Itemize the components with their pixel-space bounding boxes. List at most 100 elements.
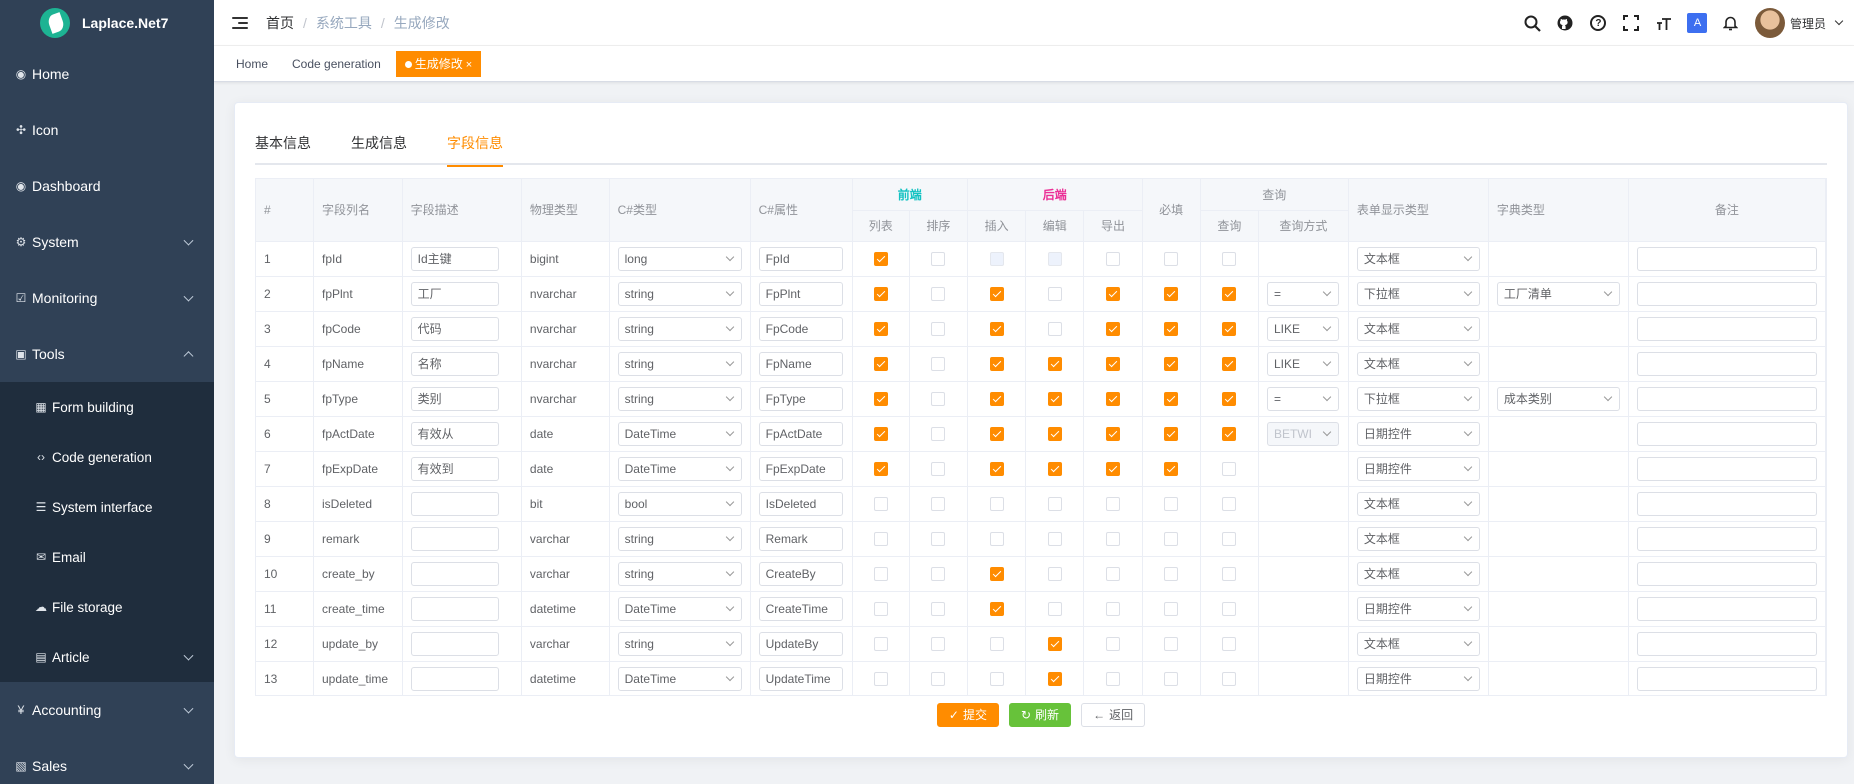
sort-checkbox[interactable] (931, 636, 946, 651)
tag-home[interactable]: Home (227, 51, 277, 77)
html-type-select[interactable]: 文本框 (1356, 491, 1480, 516)
remark-input[interactable] (1636, 561, 1817, 586)
query-checkbox[interactable] (1222, 251, 1237, 266)
html-type-select[interactable]: 日期控件 (1356, 421, 1480, 446)
sort-checkbox[interactable] (931, 601, 946, 616)
export-checkbox[interactable] (1105, 356, 1120, 371)
tab-basic-info[interactable]: 基本信息 (255, 123, 311, 165)
cs-field-input[interactable]: FpPlnt (758, 281, 843, 306)
sidebar-item-tools[interactable]: ▣ Tools (0, 326, 214, 382)
description-input[interactable] (410, 666, 499, 691)
edit-checkbox[interactable] (1047, 251, 1062, 266)
html-type-select[interactable]: 下拉框 (1356, 386, 1480, 411)
sort-checkbox[interactable] (931, 356, 946, 371)
export-checkbox[interactable] (1105, 671, 1120, 686)
insert-checkbox[interactable] (989, 286, 1004, 301)
insert-checkbox[interactable] (989, 321, 1004, 336)
edit-checkbox[interactable] (1047, 426, 1062, 441)
remark-input[interactable] (1636, 316, 1817, 341)
sidebar-item-code-generation[interactable]: ‹› Code generation (0, 432, 214, 482)
description-input[interactable] (410, 526, 499, 551)
cs-type-select[interactable]: string (617, 386, 742, 411)
list-checkbox[interactable] (873, 286, 888, 301)
breadcrumb-tools[interactable]: 系统工具 (316, 13, 372, 33)
html-type-select[interactable]: 日期控件 (1356, 666, 1480, 691)
html-type-select[interactable]: 日期控件 (1356, 456, 1480, 481)
list-checkbox[interactable] (873, 496, 888, 511)
insert-checkbox[interactable] (989, 496, 1004, 511)
remark-input[interactable] (1636, 526, 1817, 551)
query-type-select[interactable]: BETWI (1266, 421, 1339, 446)
export-checkbox[interactable] (1105, 461, 1120, 476)
cs-type-select[interactable]: DateTime (617, 666, 742, 691)
cs-field-input[interactable]: IsDeleted (758, 491, 843, 516)
sort-checkbox[interactable] (931, 496, 946, 511)
cs-type-select[interactable]: DateTime (617, 456, 742, 481)
cs-type-select[interactable]: DateTime (617, 596, 742, 621)
insert-checkbox[interactable] (989, 531, 1004, 546)
export-checkbox[interactable] (1105, 251, 1120, 266)
remark-input[interactable] (1636, 491, 1817, 516)
cs-type-select[interactable]: string (617, 561, 742, 586)
tag-code-generation[interactable]: Code generation (283, 51, 390, 77)
list-checkbox[interactable] (873, 671, 888, 686)
sidebar-item-system-interface[interactable]: ☰ System interface (0, 482, 214, 532)
list-checkbox[interactable] (873, 356, 888, 371)
export-checkbox[interactable] (1105, 531, 1120, 546)
insert-checkbox[interactable] (989, 566, 1004, 581)
description-input[interactable] (410, 596, 499, 621)
required-checkbox[interactable] (1164, 391, 1179, 406)
remark-input[interactable] (1636, 456, 1817, 481)
insert-checkbox[interactable] (989, 636, 1004, 651)
sort-checkbox[interactable] (931, 531, 946, 546)
query-checkbox[interactable] (1222, 496, 1237, 511)
edit-checkbox[interactable] (1047, 531, 1062, 546)
query-type-select[interactable]: = (1266, 281, 1339, 306)
list-checkbox[interactable] (873, 391, 888, 406)
edit-checkbox[interactable] (1047, 461, 1062, 476)
export-checkbox[interactable] (1105, 426, 1120, 441)
sidebar-item-dashboard[interactable]: ◉ Dashboard (0, 158, 214, 214)
sort-checkbox[interactable] (931, 566, 946, 581)
logo[interactable]: Laplace.Net7 (0, 0, 214, 46)
sidebar-item-monitoring[interactable]: ☑ Monitoring (0, 270, 214, 326)
edit-checkbox[interactable] (1047, 286, 1062, 301)
query-checkbox[interactable] (1222, 671, 1237, 686)
edit-checkbox[interactable] (1047, 321, 1062, 336)
description-input[interactable]: 工厂 (410, 281, 499, 306)
cs-type-select[interactable]: string (617, 631, 742, 656)
description-input[interactable] (410, 631, 499, 656)
cs-field-input[interactable]: FpActDate (758, 421, 843, 446)
language-icon[interactable]: A (1681, 0, 1714, 46)
submit-button[interactable]: ✓ 提交 (936, 703, 999, 727)
cs-type-select[interactable]: string (617, 316, 742, 341)
sidebar-item-email[interactable]: ✉ Email (0, 532, 214, 582)
edit-checkbox[interactable] (1047, 671, 1062, 686)
required-checkbox[interactable] (1164, 496, 1179, 511)
description-input[interactable]: 有效从 (410, 421, 499, 446)
cs-type-select[interactable]: DateTime (617, 421, 742, 446)
cs-field-input[interactable]: FpName (758, 351, 843, 376)
required-checkbox[interactable] (1164, 251, 1179, 266)
cs-type-select[interactable]: long (617, 246, 742, 271)
query-checkbox[interactable] (1222, 531, 1237, 546)
required-checkbox[interactable] (1164, 426, 1179, 441)
hamburger-icon[interactable] (232, 16, 248, 30)
query-checkbox[interactable] (1222, 461, 1237, 476)
sidebar-item-accounting[interactable]: ¥ Accounting (0, 682, 214, 738)
close-icon[interactable]: × (466, 59, 472, 71)
sort-checkbox[interactable] (931, 461, 946, 476)
html-type-select[interactable]: 文本框 (1356, 631, 1480, 656)
cs-field-input[interactable]: CreateBy (758, 561, 843, 586)
sort-checkbox[interactable] (931, 286, 946, 301)
description-input[interactable]: 类别 (410, 386, 499, 411)
query-checkbox[interactable] (1222, 601, 1237, 616)
export-checkbox[interactable] (1105, 321, 1120, 336)
sort-checkbox[interactable] (931, 251, 946, 266)
query-checkbox[interactable] (1222, 321, 1237, 336)
bell-icon[interactable] (1714, 0, 1747, 46)
sort-checkbox[interactable] (931, 671, 946, 686)
insert-checkbox[interactable] (989, 601, 1004, 616)
list-checkbox[interactable] (873, 461, 888, 476)
search-icon[interactable] (1516, 0, 1549, 46)
